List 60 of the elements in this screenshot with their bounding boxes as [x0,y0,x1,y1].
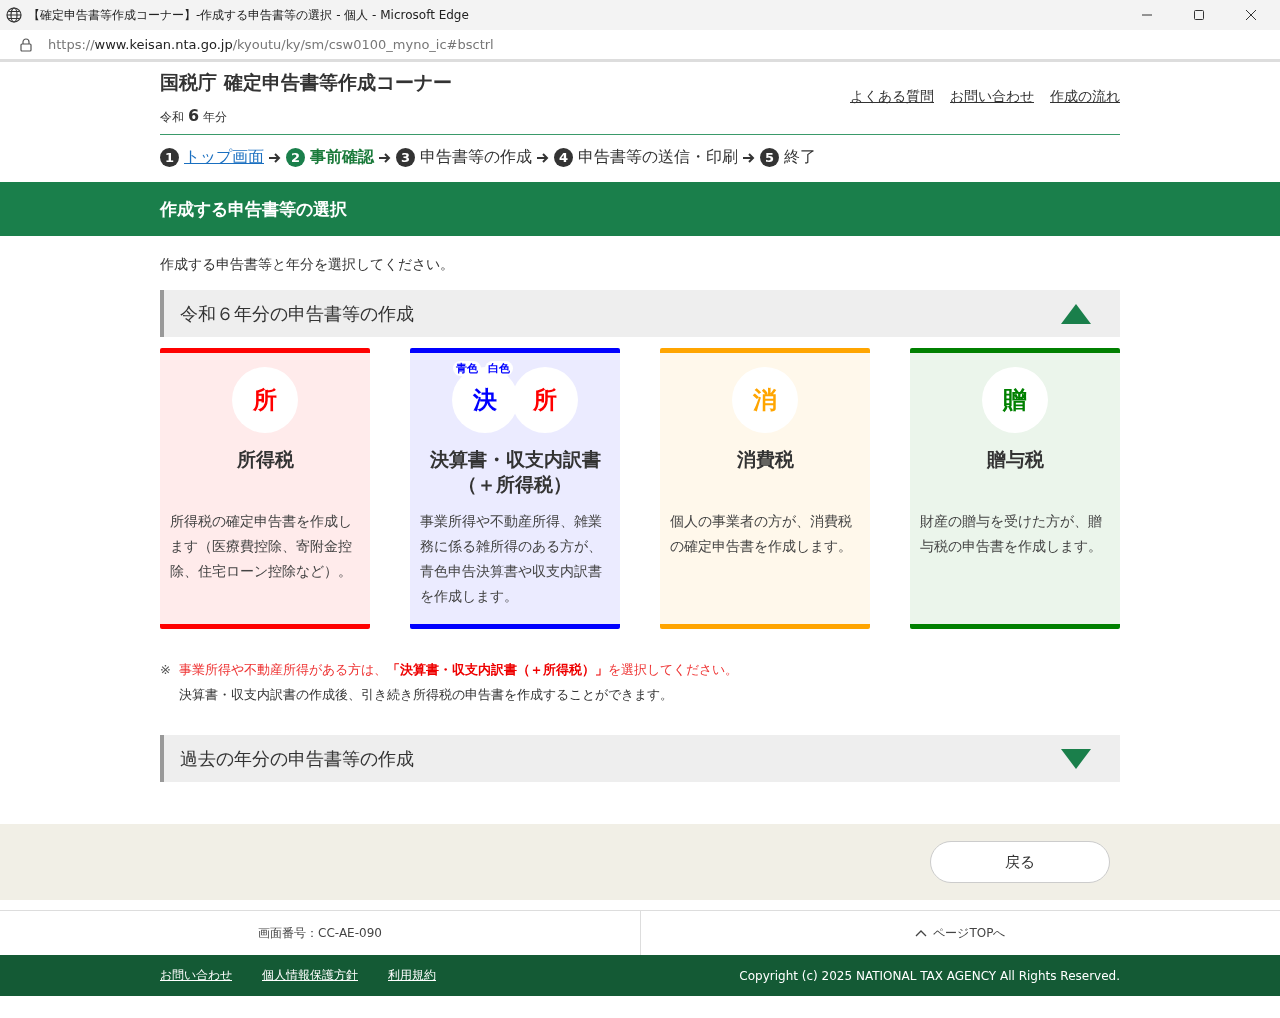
section-header[interactable]: 過去の年分の申告書等の作成 [160,735,1120,782]
instruction-text: 作成する申告書等と年分を選択してください。 [160,256,455,274]
form-badge-icon: 消 [732,367,798,433]
footer-link[interactable]: お問い合わせ [160,967,232,984]
footer-link[interactable]: 利用規約 [388,967,436,984]
card-description: 事業所得や不動産所得、雑業務に係る雑所得のある方が、青色申告決算書や収支内訳書を作成します。 [420,512,603,606]
maximize-icon [1194,10,1204,20]
note-text: 決算書・収支内訳書の作成後、引き続き所得税の申告書を作成することができます。 [178,686,674,704]
tag-label: 白色 [485,361,513,376]
footer-link[interactable]: 個人情報保護方針 [262,967,358,984]
arrow-icon [268,151,282,164]
tax-form-card[interactable]: 所 所得税 所得税の確定申告書を作成します（医療費控除、寄附金控除、住宅ローン控除など）。 [160,348,370,629]
arrow-icon [378,151,392,164]
window-title: 【確定申告書等作成コーナー】-作成する申告書等の選択 - 個人 - Microsoft Edge [28,6,470,24]
arrow-icon [536,151,550,164]
site-title: 国税庁 確定申告書等作成コーナー [160,70,452,95]
section-header[interactable]: 令和６年分の申告書等の作成 [160,290,1120,337]
close-icon [1246,10,1256,20]
tax-form-card[interactable]: 贈 贈与税 財産の贈与を受けた方が、贈与税の申告書を作成します。 [910,348,1120,629]
section-title: 令和６年分の申告書等の作成 [180,301,414,326]
tax-form-card[interactable]: 消 消費税 個人の事業者の方が、消費税の確定申告書を作成します。 [660,348,870,629]
header-link[interactable]: お問い合わせ [950,88,1034,106]
page-title: 作成する申告書等の選択 [160,197,348,221]
card-description: 個人の事業者の方が、消費税の確定申告書を作成します。 [670,512,853,556]
card-title: 所得税 [236,447,294,472]
step-number: 1 [160,148,179,167]
page-top-link[interactable]: ページTOPへ [915,924,1006,942]
card-title: 消費税 [736,447,794,472]
form-badge-icon: 贈 [982,367,1048,433]
card-description: 所得税の確定申告書を作成します（医療費控除、寄附金控除、住宅ローン控除など）。 [170,512,353,581]
header-link[interactable]: 作成の流れ [1050,88,1120,106]
section-title: 過去の年分の申告書等の作成 [180,746,414,771]
step-link[interactable]: トップ画面 [184,147,264,168]
tag-label: 青色 [453,361,481,376]
tax-form-card[interactable]: 決 所 青色 白色 決算書・収支内訳書（＋所得税） 事業所得や不動産所得、雑業務に係る雑所得のある方が、青色申告決算書や収支内訳書を作成します。 [410,348,620,629]
chevron-up-icon [915,929,928,937]
step-label: 終了 [784,147,816,168]
step-label: 申告書等の送信・印刷 [578,147,738,168]
step-number: 2 [286,148,305,167]
header-link[interactable]: よくある質問 [850,88,934,106]
note-mark: ※ [160,661,171,679]
form-badge-icon: 所 [232,367,298,433]
globe-icon [6,7,22,23]
step-label: 事前確認 [310,147,374,168]
step-number: 4 [554,148,573,167]
step-number: 3 [396,148,415,167]
arrow-icon [742,151,756,164]
step-number: 5 [760,148,779,167]
address-field[interactable]: https://www.keisan.nta.go.jp/kyoutu/ky/sm/csw0100_myno_ic#bsctrl [48,37,494,52]
form-badge-icon: 所 [512,367,578,433]
copyright-text: Copyright (c) 2025 NATIONAL TAX AGENCY All Rights Reserved. [739,968,1120,983]
card-title: 贈与税 [986,447,1044,472]
lock-icon [20,37,32,52]
screen-id: 画面番号：CC-AE-090 [258,924,382,942]
card-description: 財産の贈与を受けた方が、贈与税の申告書を作成します。 [920,512,1103,556]
back-button[interactable]: 戻る [930,841,1110,883]
note-warning: 事業所得や不動産所得がある方は、「決算書・収支内訳書（＋所得税）」を選択してください。 [178,661,738,679]
step-label: 申告書等の作成 [420,147,532,168]
card-title: 決算書・収支内訳書（＋所得税） [428,447,602,497]
tax-year: 令和 6 年分 [160,106,229,126]
